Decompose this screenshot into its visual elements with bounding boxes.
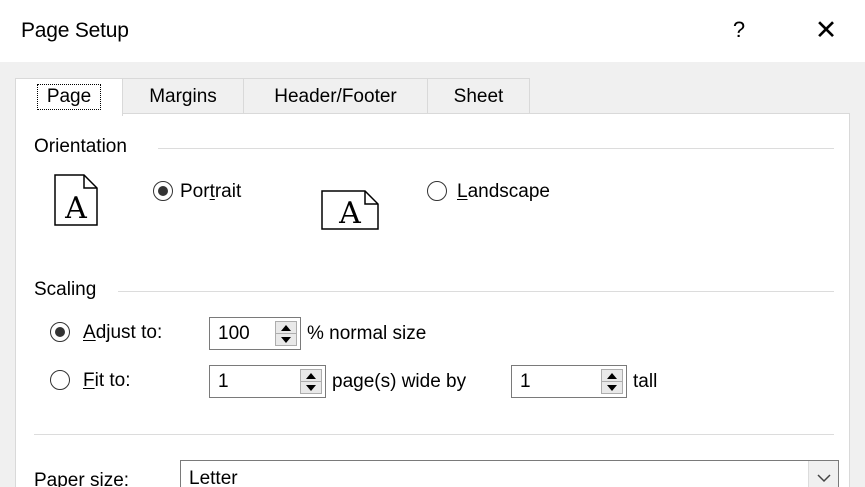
up-arrow-icon — [306, 373, 316, 379]
title-bar: Page Setup ? ✕ — [0, 0, 865, 62]
paper-size-select[interactable]: Letter — [180, 460, 839, 487]
fit-tall-increment[interactable] — [602, 370, 622, 382]
fit-wide-decrement[interactable] — [301, 382, 321, 394]
tab-sheet[interactable]: Sheet — [427, 78, 530, 114]
tall-label: tall — [633, 371, 658, 392]
dialog-title: Page Setup — [21, 19, 129, 42]
fit-wide-spinner[interactable]: 1 — [209, 365, 326, 398]
up-arrow-icon — [281, 325, 291, 331]
orientation-divider — [158, 148, 834, 149]
down-arrow-icon — [281, 337, 291, 343]
close-button[interactable]: ✕ — [808, 12, 844, 48]
portrait-page-icon: A — [54, 174, 98, 226]
section-divider — [34, 434, 834, 435]
svg-text:A: A — [338, 196, 361, 230]
normal-size-label: % normal size — [307, 323, 427, 344]
down-arrow-icon — [607, 385, 617, 391]
landscape-label[interactable]: Landscape — [457, 181, 550, 203]
paper-size-value: Letter — [189, 468, 238, 487]
landscape-radio[interactable] — [427, 181, 447, 201]
tab-page[interactable]: Page — [15, 78, 123, 116]
adjust-to-value[interactable]: 100 — [218, 323, 250, 345]
up-arrow-icon — [607, 373, 617, 379]
adjust-to-label[interactable]: Adjust to: — [83, 322, 162, 344]
paper-size-label: Paper size: — [34, 470, 130, 487]
landscape-page-icon: A — [321, 190, 379, 230]
fit-wide-value[interactable]: 1 — [218, 371, 229, 393]
paper-size-dropdown-button[interactable] — [808, 461, 838, 487]
page-tab-panel: Orientation A Portrait A Landscape Scali… — [15, 113, 850, 487]
fit-to-label[interactable]: Fit to: — [83, 370, 131, 392]
fit-tall-decrement[interactable] — [602, 382, 622, 394]
help-button[interactable]: ? — [722, 12, 756, 48]
portrait-radio[interactable] — [153, 181, 173, 201]
tab-margins[interactable]: Margins — [122, 78, 244, 114]
portrait-label[interactable]: Portrait — [180, 181, 241, 203]
fit-tall-value[interactable]: 1 — [520, 371, 531, 393]
tab-page-label: Page — [36, 84, 102, 110]
fit-to-radio[interactable] — [50, 370, 70, 390]
adjust-to-spinner[interactable]: 100 — [209, 317, 301, 350]
scaling-divider — [118, 291, 834, 292]
tab-header-footer[interactable]: Header/Footer — [243, 78, 428, 114]
orientation-group-label: Orientation — [34, 136, 127, 157]
pages-wide-label: page(s) wide by — [332, 371, 467, 392]
fit-tall-spinner[interactable]: 1 — [511, 365, 627, 398]
chevron-down-icon — [817, 474, 831, 483]
scaling-group-label: Scaling — [34, 279, 97, 300]
adjust-to-radio[interactable] — [50, 322, 70, 342]
down-arrow-icon — [306, 385, 316, 391]
fit-wide-increment[interactable] — [301, 370, 321, 382]
adjust-to-spin-buttons[interactable] — [275, 321, 297, 346]
adjust-to-decrement[interactable] — [276, 334, 296, 346]
svg-text:A: A — [64, 191, 87, 226]
fit-wide-spin-buttons[interactable] — [300, 369, 322, 394]
adjust-to-increment[interactable] — [276, 322, 296, 334]
fit-tall-spin-buttons[interactable] — [601, 369, 623, 394]
